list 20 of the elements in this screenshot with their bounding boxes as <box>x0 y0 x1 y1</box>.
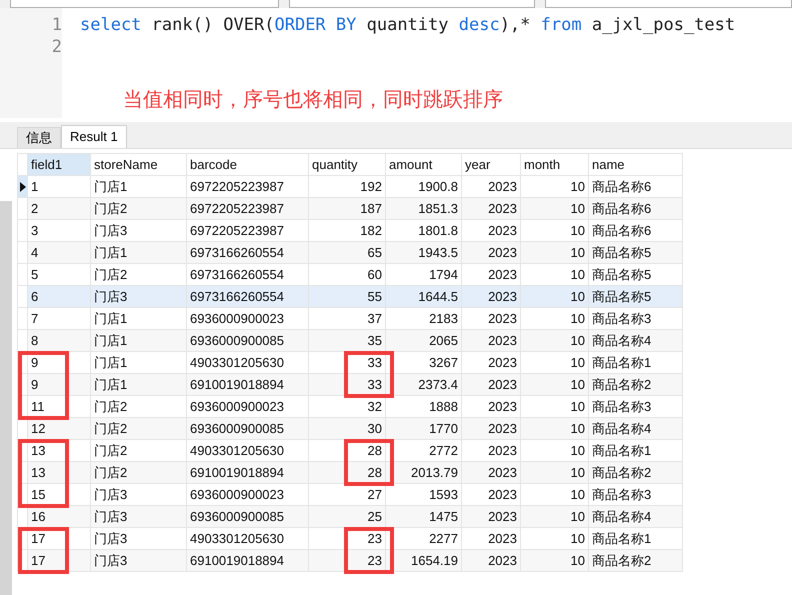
current-row-icon <box>20 182 26 192</box>
table-cell: 商品名称2 <box>588 550 682 572</box>
column-header[interactable]: amount <box>386 154 462 176</box>
line-number: 2 <box>52 36 62 58</box>
table-cell: 10 <box>520 550 588 572</box>
table-cell: 6910019018894 <box>186 550 308 572</box>
result-tab[interactable]: 信息 <box>17 127 61 148</box>
column-header[interactable]: month <box>520 154 588 176</box>
column-header[interactable]: field1 <box>28 154 90 176</box>
table-cell: 门店3 <box>90 550 186 572</box>
column-header[interactable]: storeName <box>90 154 186 176</box>
column-header[interactable]: year <box>462 154 520 176</box>
result-tab[interactable]: Result 1 <box>61 125 127 148</box>
table-cell: 2023 <box>462 550 520 572</box>
column-header[interactable]: barcode <box>186 154 308 176</box>
line-number: 1 <box>52 14 62 36</box>
column-header[interactable]: name <box>588 154 682 176</box>
code-line: select rank() OVER(ORDER BY quantity desc),* from a_jxl_pos_test <box>80 14 736 36</box>
column-header[interactable]: quantity <box>308 154 386 176</box>
annotation-text: 当值相同时，序号也将相同，同时跳跃排序 <box>123 88 504 113</box>
